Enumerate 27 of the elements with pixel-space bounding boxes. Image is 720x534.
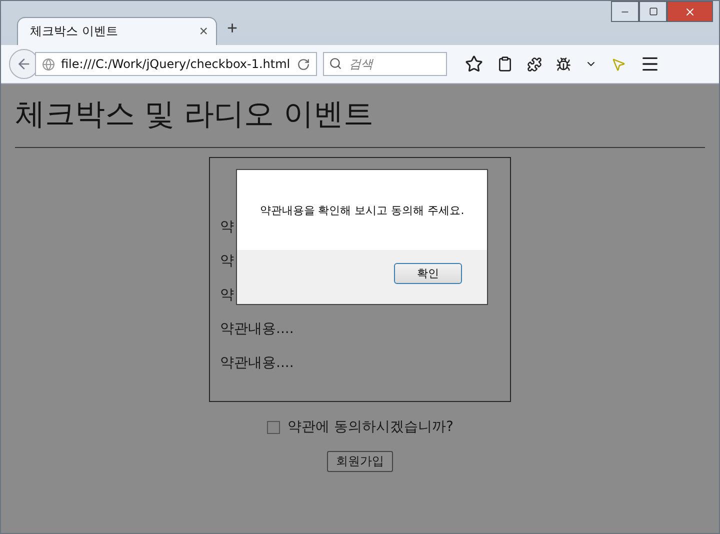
new-tab-button[interactable]: +: [223, 18, 238, 45]
signup-button[interactable]: 회원가입: [327, 451, 393, 472]
maximize-button[interactable]: [639, 1, 667, 22]
puzzle-icon[interactable]: [527, 56, 542, 72]
terms-text: 약: [220, 218, 234, 236]
maximize-icon: [648, 7, 658, 16]
address-bar[interactable]: file:///C:/Work/jQuery/checkbox-1.html: [35, 52, 317, 76]
close-icon: [684, 6, 696, 18]
globe-icon: [42, 58, 55, 70]
bookmark-star-icon[interactable]: [465, 55, 483, 73]
browser-tab[interactable]: 체크박스 이벤트 ×: [17, 17, 217, 45]
page-heading: 체크박스 및 라디오 이벤트: [15, 96, 374, 134]
terms-text: 약: [220, 252, 234, 270]
search-icon: [329, 57, 342, 70]
bug-icon[interactable]: [556, 56, 571, 72]
agree-checkbox[interactable]: [266, 420, 280, 434]
reload-icon[interactable]: [297, 58, 310, 70]
terms-text: 약관내용....: [220, 354, 294, 372]
ok-button[interactable]: 확인: [394, 263, 462, 284]
search-field[interactable]: 검색: [323, 52, 447, 76]
minimize-button[interactable]: [611, 1, 639, 22]
terms-text: 약관내용....: [220, 320, 294, 338]
terms-text: 약: [220, 286, 234, 304]
tab-close-button[interactable]: ×: [199, 23, 208, 40]
clipboard-icon[interactable]: [497, 56, 513, 72]
agree-label: 약관에 동의하시겠습니까?: [288, 418, 454, 436]
alert-message: 약관내용을 확인해 보시고 동의해 주세요.: [237, 170, 487, 250]
